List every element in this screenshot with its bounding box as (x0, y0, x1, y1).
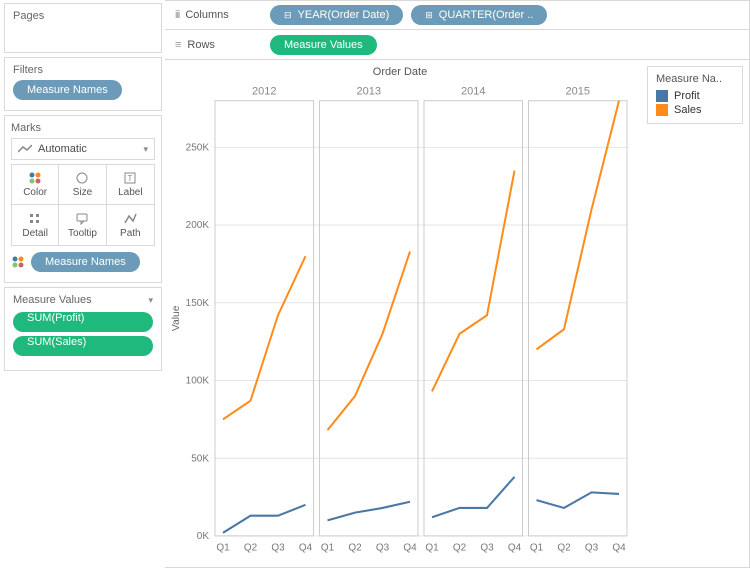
label-icon: T (123, 171, 137, 185)
left-sidebar: Pages Filters Measure Names Marks Automa… (0, 0, 165, 568)
svg-text:Q1: Q1 (216, 542, 230, 553)
marks-label-button[interactable]: T Label (107, 165, 154, 205)
legend-title: Measure Na.. (656, 73, 734, 89)
path-icon (123, 212, 137, 226)
viz-area: Order Date 0K 50K 100K 150K 200K 250K Value 201… (165, 60, 750, 568)
svg-text:50K: 50K (191, 453, 209, 464)
marks-grid: Color Size T Label Detail Tooltip (11, 164, 155, 246)
svg-text:Q4: Q4 (612, 542, 626, 553)
measure-values-title: Measure Values (13, 294, 92, 306)
chart[interactable]: Order Date 0K 50K 100K 150K 200K 250K Value 201… (165, 60, 641, 567)
line-icon (18, 144, 32, 154)
columns-shelf[interactable]: iii Columns ⊟YEAR(Order Date) ⊞QUARTER(O… (165, 0, 750, 30)
legend-item-profit[interactable]: Profit (656, 89, 734, 103)
svg-text:Q2: Q2 (557, 542, 571, 553)
svg-text:Q1: Q1 (321, 542, 335, 553)
tooltip-icon (75, 212, 89, 226)
filters-panel[interactable]: Filters Measure Names (4, 57, 162, 111)
measure-values-panel[interactable]: Measure Values ▾ SUM(Profit) SUM(Sales) (4, 287, 162, 371)
marks-color-button[interactable]: Color (12, 165, 59, 205)
svg-text:Q3: Q3 (480, 542, 494, 553)
svg-text:Q4: Q4 (299, 542, 313, 553)
filter-pill-measure-names[interactable]: Measure Names (13, 80, 122, 100)
svg-text:2012: 2012 (252, 85, 276, 97)
svg-text:Value: Value (171, 305, 182, 331)
svg-text:100K: 100K (186, 375, 210, 386)
svg-text:Q3: Q3 (585, 542, 599, 553)
marks-size-button[interactable]: Size (59, 165, 106, 205)
chevron-down-icon[interactable]: ▾ (148, 295, 153, 306)
color-icon (28, 171, 42, 185)
swatch-sales (656, 104, 668, 116)
rows-shelf[interactable]: ≡ Rows Measure Values (165, 30, 750, 60)
marks-color-assignment: Measure Names (11, 252, 155, 272)
svg-text:2015: 2015 (566, 85, 590, 97)
svg-text:Q2: Q2 (244, 542, 258, 553)
marks-path-button[interactable]: Path (107, 205, 154, 245)
svg-text:Q1: Q1 (425, 542, 439, 553)
chart-svg: 0K 50K 100K 150K 200K 250K Value 2012 Q1 Q2 Q3 Q4 20… (165, 80, 635, 567)
pages-panel[interactable]: Pages (4, 3, 162, 53)
columns-pill-quarter[interactable]: ⊞QUARTER(Order .. (411, 5, 547, 25)
svg-text:0K: 0K (197, 531, 209, 542)
columns-label: Columns (185, 9, 228, 21)
svg-text:200K: 200K (186, 220, 210, 231)
measure-value-pill-sales[interactable]: SUM(Sales) (13, 336, 153, 356)
legend-item-sales[interactable]: Sales (656, 103, 734, 117)
filters-title: Filters (13, 64, 153, 80)
svg-text:250K: 250K (186, 142, 210, 153)
pages-title: Pages (13, 10, 153, 26)
chart-title: Order Date (165, 66, 635, 80)
chevron-down-icon: ▾ (143, 144, 148, 155)
legend[interactable]: Measure Na.. Profit Sales (647, 66, 743, 124)
svg-text:150K: 150K (186, 298, 210, 309)
svg-text:Q3: Q3 (376, 542, 390, 553)
marks-color-pill[interactable]: Measure Names (31, 252, 140, 272)
app: Pages Filters Measure Names Marks Automa… (0, 0, 750, 568)
columns-pill-year[interactable]: ⊟YEAR(Order Date) (270, 5, 403, 25)
workspace: iii Columns ⊟YEAR(Order Date) ⊞QUARTER(O… (165, 0, 750, 568)
svg-text:Q4: Q4 (508, 542, 522, 553)
marks-panel: Marks Automatic ▾ Color Size T (4, 115, 162, 283)
measure-value-pill-profit[interactable]: SUM(Profit) (13, 312, 153, 332)
columns-icon: iii (175, 9, 179, 21)
svg-text:T: T (128, 174, 133, 183)
svg-text:Q4: Q4 (403, 542, 417, 553)
rows-label: Rows (187, 39, 215, 51)
marks-type-dropdown[interactable]: Automatic ▾ (11, 138, 155, 160)
marks-type-label: Automatic (38, 143, 87, 155)
marks-tooltip-button[interactable]: Tooltip (59, 205, 106, 245)
marks-title: Marks (11, 122, 155, 138)
svg-text:2013: 2013 (357, 85, 381, 97)
swatch-profit (656, 90, 668, 102)
size-icon (75, 171, 89, 185)
rows-pill-measure-values[interactable]: Measure Values (270, 35, 377, 55)
svg-text:Q3: Q3 (271, 542, 285, 553)
svg-text:Q2: Q2 (348, 542, 362, 553)
color-icon (11, 255, 25, 269)
svg-text:2014: 2014 (461, 85, 485, 97)
svg-text:Q1: Q1 (530, 542, 544, 553)
svg-text:Q2: Q2 (453, 542, 467, 553)
detail-icon (28, 212, 42, 226)
marks-detail-button[interactable]: Detail (12, 205, 59, 245)
rows-icon: ≡ (175, 39, 181, 51)
